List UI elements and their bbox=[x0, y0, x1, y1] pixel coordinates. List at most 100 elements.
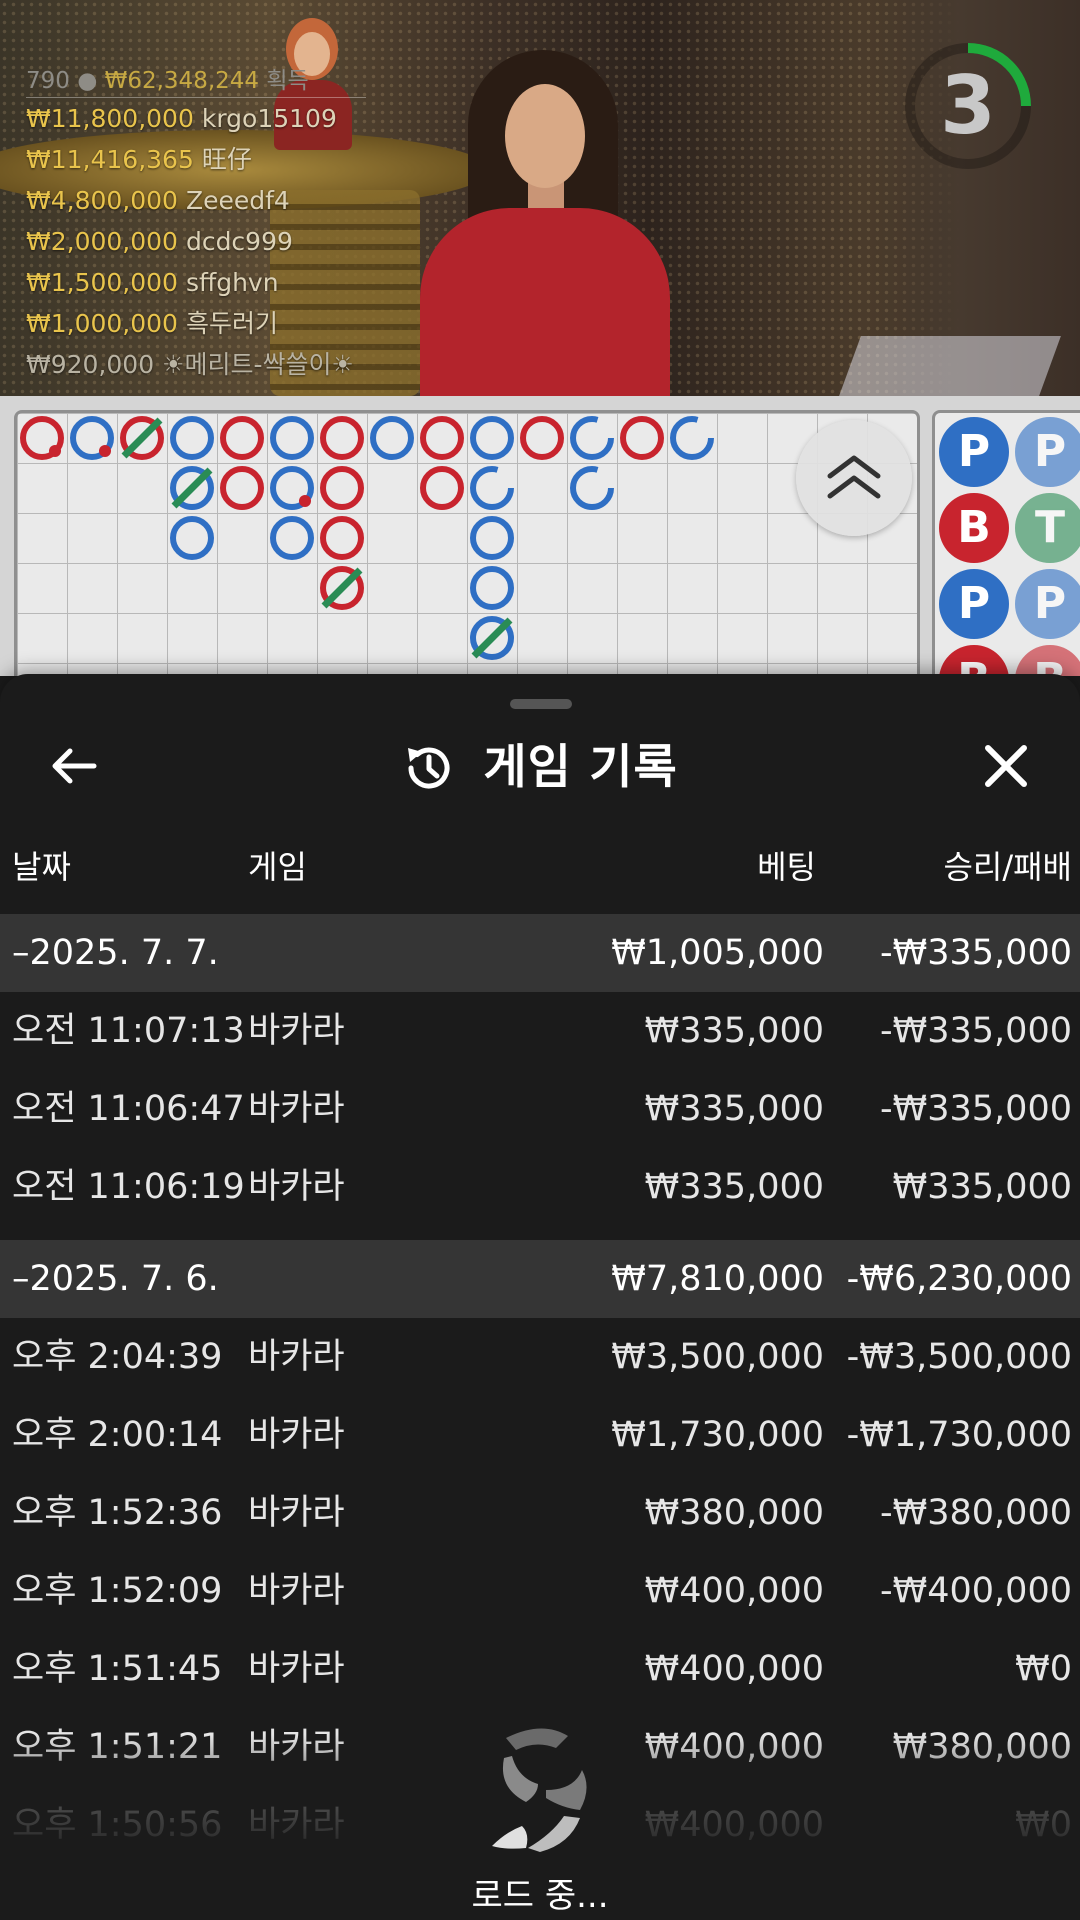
sheet-header: 게임 기록 bbox=[0, 732, 1080, 802]
winner-name: 旺仔 bbox=[201, 145, 252, 174]
row-time: 오후 1:52:09 bbox=[12, 1571, 223, 1611]
winner-name: 흑두러기 bbox=[185, 309, 278, 338]
loading-spinner-icon bbox=[492, 1728, 587, 1852]
row-game: 바카라 bbox=[248, 1649, 345, 1689]
big-road-mark bbox=[220, 466, 264, 510]
big-road-mark bbox=[20, 416, 64, 460]
big-road-mark bbox=[170, 466, 214, 510]
row-bet: ₩380,000 bbox=[644, 1493, 824, 1533]
row-time: 오전 11:07:13 bbox=[12, 1011, 245, 1051]
bead-road-item: B bbox=[939, 645, 1009, 676]
row-game: 바카라 bbox=[248, 1571, 345, 1611]
winner-amount: ₩11,800,000 bbox=[26, 104, 194, 133]
roadmap-panel: PPBTPPBB bbox=[0, 396, 1080, 676]
history-row[interactable]: 오후 1:52:09 바카라 ₩400,000 -₩400,000 bbox=[0, 1552, 1080, 1630]
row-result: -₩335,000 bbox=[880, 1011, 1072, 1051]
big-road-mark bbox=[270, 466, 314, 510]
row-game: 바카라 bbox=[248, 1337, 345, 1377]
row-game: 바카라 bbox=[248, 1415, 345, 1455]
row-bet: ₩3,500,000 bbox=[611, 1337, 824, 1377]
day-group-header[interactable]: –2025. 7. 7. ₩1,005,000 -₩335,000 bbox=[0, 914, 1080, 992]
big-road-mark bbox=[670, 416, 714, 460]
day-group-header[interactable]: –2025. 7. 6. ₩7,810,000 -₩6,230,000 bbox=[0, 1240, 1080, 1318]
winners-summary-suffix: 획득 bbox=[266, 68, 309, 94]
winner-name: Zeeedf4 bbox=[185, 186, 290, 215]
winners-leaderboard: 790 ● ₩62,348,244 획득 ₩11,800,000 krgo1510… bbox=[26, 64, 446, 385]
sheet-title: 게임 기록 bbox=[483, 739, 678, 795]
row-time: 오후 1:51:45 bbox=[12, 1649, 223, 1689]
winner-row: ₩1,500,000 sffghvn bbox=[26, 262, 446, 303]
winners-total-amount: ₩62,348,244 bbox=[104, 68, 260, 94]
winner-name: krgo15109 bbox=[201, 104, 337, 133]
person-icon: ● bbox=[77, 68, 98, 94]
row-time: 오후 2:00:14 bbox=[12, 1415, 223, 1455]
big-road-mark bbox=[470, 566, 514, 610]
day-result-total: -₩6,230,000 bbox=[846, 1259, 1072, 1299]
winner-amount: ₩4,800,000 bbox=[26, 186, 178, 215]
countdown-value: 3 bbox=[940, 59, 996, 152]
winner-amount: ₩1,500,000 bbox=[26, 268, 178, 297]
winner-amount: ₩2,000,000 bbox=[26, 227, 178, 256]
big-road-mark bbox=[620, 416, 664, 460]
big-road-mark bbox=[570, 416, 614, 460]
sheet-drag-handle[interactable] bbox=[510, 699, 572, 709]
game-history-sheet: 게임 기록 날짜 게임 베팅 승리/패배 –2025. 7. 7. ₩1,005,… bbox=[0, 674, 1080, 1920]
history-row[interactable]: 오후 2:00:14 바카라 ₩1,730,000 -₩1,730,000 bbox=[0, 1396, 1080, 1474]
row-bet: ₩335,000 bbox=[644, 1011, 824, 1051]
row-time: 오전 11:06:19 bbox=[12, 1167, 245, 1207]
bead-road-item: B bbox=[1015, 645, 1080, 676]
row-result: ₩0 bbox=[1015, 1649, 1072, 1689]
winner-name: dcdc999 bbox=[185, 227, 293, 256]
row-game: 바카라 bbox=[248, 1011, 345, 1051]
row-game: 바카라 bbox=[248, 1167, 345, 1207]
history-row[interactable]: 오전 11:06:47 바카라 ₩335,000 -₩335,000 bbox=[0, 1070, 1080, 1148]
row-bet: ₩1,730,000 bbox=[611, 1415, 824, 1455]
big-road-mark bbox=[470, 616, 514, 660]
winners-summary: 790 ● ₩62,348,244 획득 bbox=[26, 64, 366, 98]
history-icon bbox=[408, 747, 450, 789]
column-header-result: 승리/패배 bbox=[943, 848, 1072, 886]
bead-road-item: P bbox=[1015, 417, 1080, 487]
history-row[interactable]: 오전 11:07:13 바카라 ₩335,000 -₩335,000 bbox=[0, 992, 1080, 1070]
column-header-bet: 베팅 bbox=[757, 848, 816, 886]
winner-name: ☀메리트-싹쓸이☀ bbox=[162, 350, 354, 379]
day-date: –2025. 7. 6. bbox=[12, 1259, 219, 1299]
big-road-mark bbox=[70, 416, 114, 460]
row-result: -₩3,500,000 bbox=[846, 1337, 1072, 1377]
expand-roadmap-button[interactable] bbox=[796, 420, 912, 536]
row-time: 오후 2:04:39 bbox=[12, 1337, 223, 1377]
winner-amount: ₩1,000,000 bbox=[26, 309, 178, 338]
countdown-timer: 3 bbox=[900, 38, 1036, 174]
day-bet-total: ₩1,005,000 bbox=[611, 933, 824, 973]
history-row[interactable]: 오후 1:52:36 바카라 ₩380,000 -₩380,000 bbox=[0, 1474, 1080, 1552]
winner-amount: ₩11,416,365 bbox=[26, 145, 194, 174]
history-row[interactable]: 오전 11:06:19 바카라 ₩335,000 ₩335,000 bbox=[0, 1148, 1080, 1226]
row-bet: ₩335,000 bbox=[644, 1167, 824, 1207]
row-time: 오전 11:06:47 bbox=[12, 1089, 245, 1129]
winner-row: ₩2,000,000 dcdc999 bbox=[26, 221, 446, 262]
big-road-mark bbox=[220, 416, 264, 460]
loading-indicator: 로드 중... bbox=[460, 1724, 620, 1920]
live-video-stream: 790 ● ₩62,348,244 획득 ₩11,800,000 krgo1510… bbox=[0, 0, 1080, 396]
row-result: -₩1,730,000 bbox=[846, 1415, 1072, 1455]
history-row[interactable]: 오후 2:04:39 바카라 ₩3,500,000 -₩3,500,000 bbox=[0, 1318, 1080, 1396]
big-road-mark bbox=[320, 566, 364, 610]
winner-row: ₩11,800,000 krgo15109 bbox=[26, 98, 446, 139]
big-road-mark bbox=[570, 466, 614, 510]
bead-road-item: P bbox=[939, 417, 1009, 487]
day-bet-total: ₩7,810,000 bbox=[611, 1259, 824, 1299]
row-bet: ₩400,000 bbox=[644, 1649, 824, 1689]
history-row[interactable]: 오후 1:51:45 바카라 ₩400,000 ₩0 bbox=[0, 1630, 1080, 1708]
winner-amount: ₩920,000 bbox=[26, 350, 155, 379]
row-bet: ₩335,000 bbox=[644, 1089, 824, 1129]
row-result: -₩380,000 bbox=[880, 1493, 1072, 1533]
big-road-mark bbox=[420, 416, 464, 460]
row-game: 바카라 bbox=[248, 1089, 345, 1129]
bead-road-item: B bbox=[939, 493, 1009, 563]
row-bet: ₩400,000 bbox=[644, 1571, 824, 1611]
column-header-date: 날짜 bbox=[12, 848, 71, 886]
close-button[interactable] bbox=[976, 736, 1036, 796]
winner-row: ₩920,000 ☀메리트-싹쓸이☀ bbox=[26, 344, 446, 385]
loading-text: 로드 중... bbox=[471, 1876, 609, 1916]
big-road-mark bbox=[320, 516, 364, 560]
